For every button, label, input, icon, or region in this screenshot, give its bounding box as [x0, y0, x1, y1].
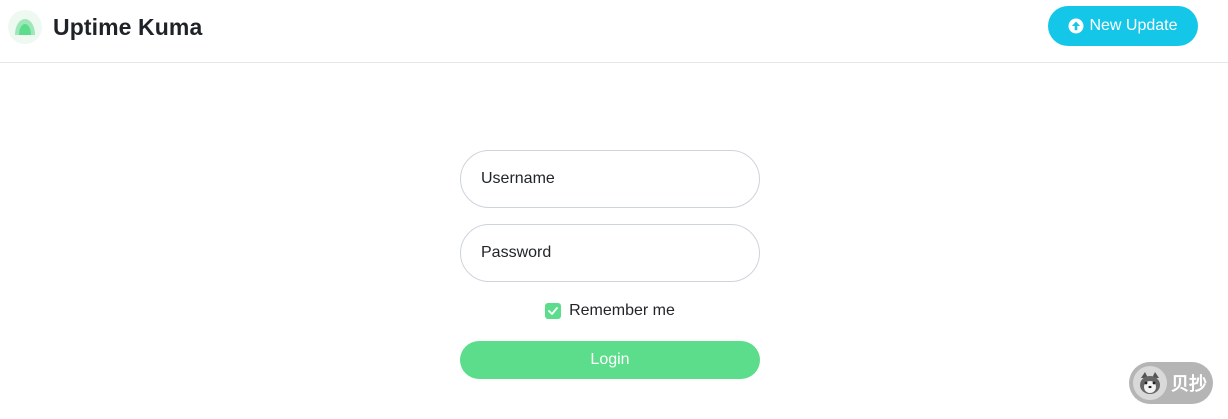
remember-me-row: Remember me	[460, 301, 760, 321]
watermark-text: 贝抄	[1171, 374, 1207, 395]
login-button[interactable]: Login	[460, 341, 760, 379]
husky-face-icon	[1133, 366, 1167, 400]
remember-me-label[interactable]: Remember me	[569, 302, 675, 320]
top-header: Uptime Kuma New Update	[0, 0, 1228, 63]
uptime-kuma-logo-icon	[8, 10, 42, 44]
brand[interactable]: Uptime Kuma	[8, 9, 202, 45]
password-input[interactable]	[460, 224, 760, 282]
checkmark-icon	[548, 307, 558, 315]
new-update-label: New Update	[1089, 17, 1178, 34]
login-form: Remember me Login	[460, 150, 760, 379]
watermark-badge: 贝抄	[1129, 362, 1213, 404]
arrow-up-circle-icon	[1068, 18, 1084, 34]
new-update-button[interactable]: New Update	[1048, 6, 1198, 46]
remember-me-checkbox[interactable]	[545, 303, 562, 319]
username-input[interactable]	[460, 150, 760, 208]
app-title: Uptime Kuma	[53, 13, 203, 40]
